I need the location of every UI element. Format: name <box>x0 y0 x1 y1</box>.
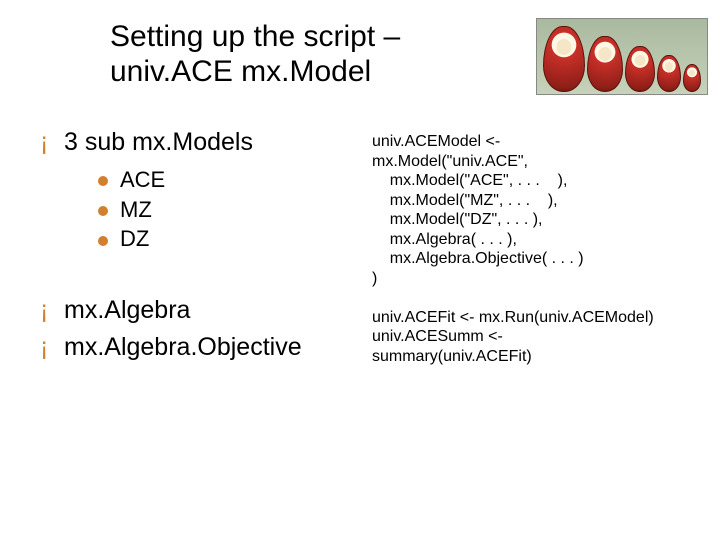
slide-title: Setting up the script – univ.ACE mx.Mode… <box>110 20 510 89</box>
bullet-text: 3 sub mx.Models <box>64 128 253 156</box>
code-line: summary(univ.ACEFit) <box>372 348 532 365</box>
ring-bullet-icon: ¡ <box>40 296 64 325</box>
disc-bullet-icon <box>98 236 108 246</box>
doll-icon <box>543 26 585 92</box>
title-line-2: univ.ACE mx.Model <box>110 55 371 88</box>
code-block: univ.ACEModel <- mx.Model("univ.ACE", mx… <box>372 132 720 366</box>
bullet-text: mx.Algebra.Objective <box>64 333 302 361</box>
code-line: mx.Algebra.Objective( . . . ) <box>372 250 584 267</box>
doll-icon <box>587 36 623 92</box>
code-line: univ.ACESumm <- <box>372 328 503 345</box>
doll-icon <box>657 55 681 92</box>
sub-bullets: ACE MZ DZ <box>98 165 390 254</box>
code-line: univ.ACEModel <- <box>372 133 500 150</box>
bullet-text: mx.Algebra <box>64 296 190 324</box>
doll-icon <box>625 46 655 92</box>
subbullet-text: ACE <box>120 167 165 192</box>
bullet-list-lower: ¡mx.Algebra ¡mx.Algebra.Objective <box>40 296 380 370</box>
bullet-level1: ¡mx.Algebra <box>40 296 380 325</box>
bullet-level2: ACE <box>98 165 390 195</box>
disc-bullet-icon <box>98 206 108 216</box>
subbullet-text: MZ <box>120 197 152 222</box>
title-line-1: Setting up the script – <box>110 20 400 53</box>
code-line: ) <box>372 270 377 287</box>
doll-icon <box>683 64 701 92</box>
code-line: mx.Algebra( . . . ), <box>372 231 517 248</box>
code-line: mx.Model("ACE", . . . ), <box>372 172 567 189</box>
matryoshka-image <box>536 18 708 95</box>
code-line: mx.Model("univ.ACE", <box>372 153 528 170</box>
bullet-list: ¡3 sub mx.Models ACE MZ DZ <box>40 128 390 254</box>
code-line: mx.Model("DZ", . . . ), <box>372 211 542 228</box>
bullet-level2: MZ <box>98 195 390 225</box>
bullet-level1: ¡mx.Algebra.Objective <box>40 333 380 362</box>
code-line: univ.ACEFit <- mx.Run(univ.ACEModel) <box>372 309 654 326</box>
ring-bullet-icon: ¡ <box>40 128 64 157</box>
subbullet-text: DZ <box>120 226 149 251</box>
bullet-level2: DZ <box>98 224 390 254</box>
slide: Setting up the script – univ.ACE mx.Mode… <box>0 0 720 540</box>
code-line: mx.Model("MZ", . . . ), <box>372 192 558 209</box>
bullet-level1: ¡3 sub mx.Models <box>40 128 390 157</box>
disc-bullet-icon <box>98 176 108 186</box>
ring-bullet-icon: ¡ <box>40 333 64 362</box>
